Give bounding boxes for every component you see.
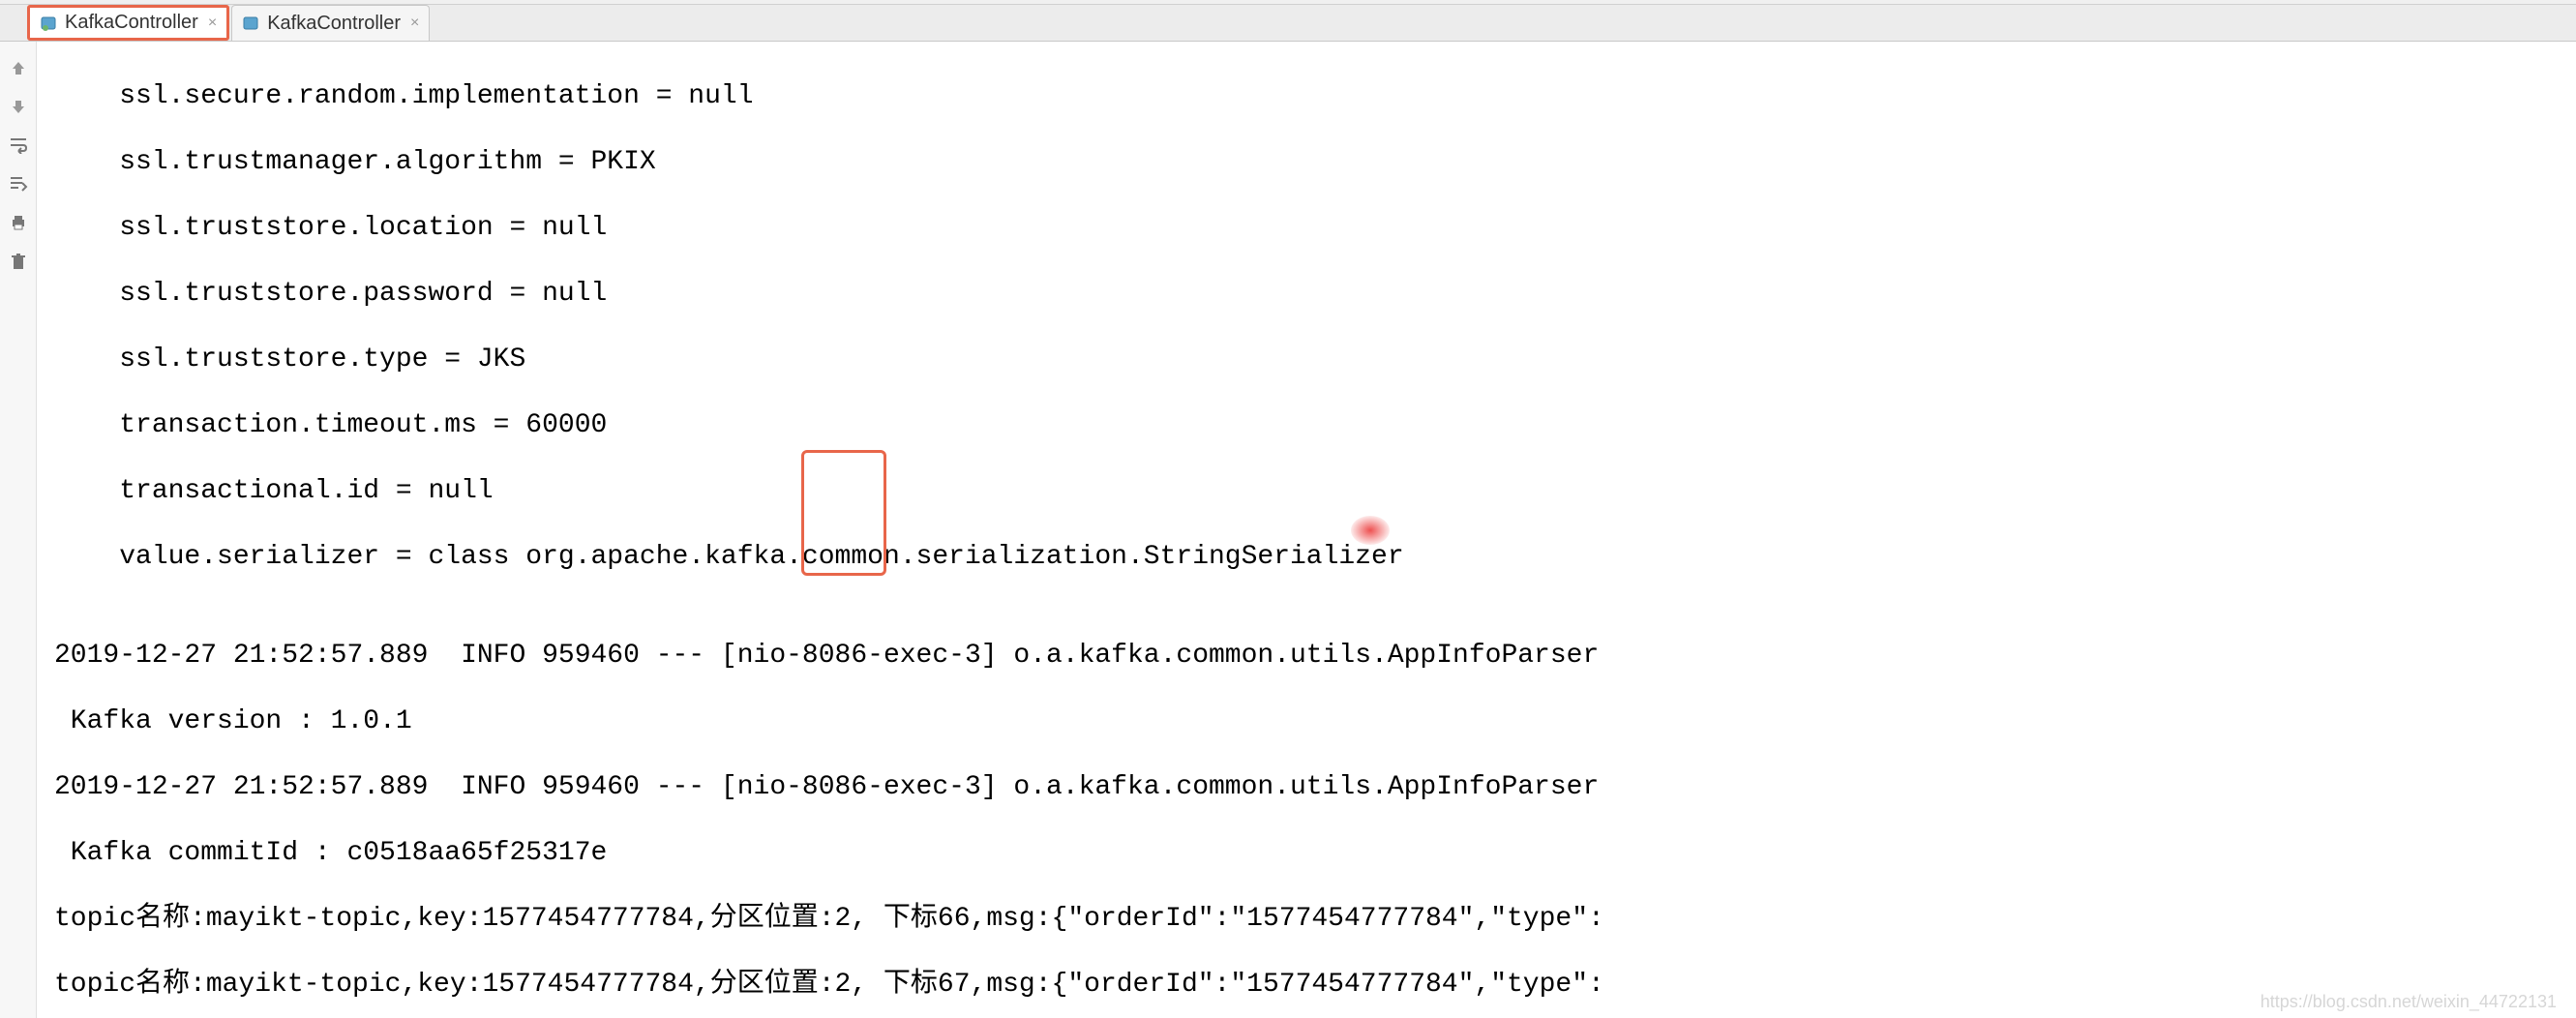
arrow-up-icon[interactable] xyxy=(8,57,29,78)
scroll-end-icon[interactable] xyxy=(8,173,29,195)
tab-kafkacontroller-1[interactable]: KafkaController × xyxy=(27,5,229,41)
tab-label: KafkaController xyxy=(65,12,198,34)
console-line: 2019-12-27 21:52:57.889 INFO 959460 --- … xyxy=(54,640,2576,673)
console-line: transactional.id = null xyxy=(54,475,2576,508)
console-line: Kafka commitId : c0518aa65f25317e xyxy=(54,837,2576,870)
arrow-down-icon[interactable] xyxy=(8,96,29,117)
file-icon xyxy=(242,15,259,32)
console-line: ssl.secure.random.implementation = null xyxy=(54,80,2576,113)
console-line: transaction.timeout.ms = 60000 xyxy=(54,409,2576,442)
console-line: ssl.truststore.type = JKS xyxy=(54,344,2576,376)
console-line: 2019-12-27 21:52:57.889 INFO 959460 --- … xyxy=(54,771,2576,804)
tab-label: KafkaController xyxy=(267,13,401,35)
console-line: ssl.trustmanager.algorithm = PKIX xyxy=(54,146,2576,179)
gutter-toolbar xyxy=(0,42,37,1018)
tab-kafkacontroller-2[interactable]: KafkaController × xyxy=(231,5,430,41)
console-line: ssl.truststore.password = null xyxy=(54,278,2576,311)
close-icon[interactable]: × xyxy=(208,15,217,32)
tabs-row: KafkaController × KafkaController × xyxy=(0,5,2576,42)
console-line: value.serializer = class org.apache.kafk… xyxy=(54,541,2576,574)
console-output[interactable]: ssl.secure.random.implementation = null … xyxy=(37,42,2576,1018)
trash-icon[interactable] xyxy=(8,251,29,272)
console-line: Kafka version : 1.0.1 xyxy=(54,705,2576,738)
watermark: https://blog.csdn.net/weixin_44722131 xyxy=(2261,992,2557,1012)
file-icon xyxy=(40,15,57,32)
console-line: topic名称:mayikt-topic,key:1577454777784,分… xyxy=(54,969,2576,1002)
wrap-lines-icon[interactable] xyxy=(8,135,29,156)
console-line: topic名称:mayikt-topic,key:1577454777784,分… xyxy=(54,903,2576,936)
console-line: ssl.truststore.location = null xyxy=(54,212,2576,245)
print-icon[interactable] xyxy=(8,212,29,233)
close-icon[interactable]: × xyxy=(410,15,419,32)
